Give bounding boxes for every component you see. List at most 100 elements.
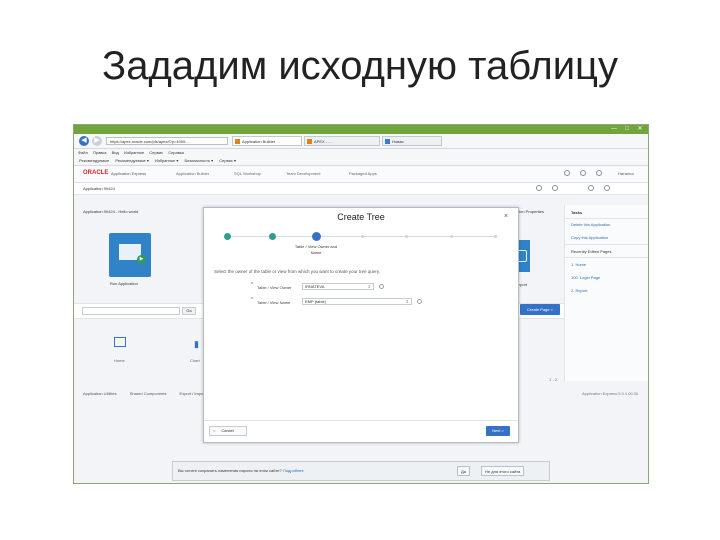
menu-tools[interactable]: Сервис bbox=[149, 150, 163, 155]
menu-app-builder[interactable]: Application Builder bbox=[176, 171, 209, 176]
fav-item[interactable]: Сервис ▾ bbox=[219, 158, 236, 163]
name-select[interactable]: EMP (table) ⇕ bbox=[302, 298, 412, 305]
user-menu[interactable]: Наталья bbox=[618, 171, 634, 176]
home-tile-label[interactable]: Home bbox=[114, 358, 125, 363]
create-tree-dialog: Create Tree × Table / View Owner and Nam… bbox=[203, 207, 519, 443]
copy-app-link[interactable]: Copy this Application bbox=[571, 235, 608, 240]
footer-links: Application Utilities Shared Components … bbox=[83, 391, 218, 396]
recent-pages-heading: Recently Edited Pages bbox=[571, 249, 612, 254]
application-bar: Application 90424 bbox=[74, 183, 648, 195]
divider bbox=[565, 218, 648, 219]
go-button[interactable]: Go bbox=[182, 307, 196, 315]
dialog-title: Create Tree bbox=[337, 212, 385, 222]
menu-sql-workshop[interactable]: SQL Workshop bbox=[234, 171, 261, 176]
dialog-instruction: Select the owner of the table or view fr… bbox=[214, 269, 380, 274]
chevron-left-icon: < bbox=[213, 428, 216, 433]
apex-tab-icon bbox=[307, 139, 312, 144]
recent-page-link[interactable]: 100. Login Page bbox=[571, 275, 600, 280]
run-application-card[interactable]: ▶ bbox=[109, 233, 151, 277]
cancel-button[interactable]: < Cancel bbox=[209, 426, 247, 436]
menu-favorites[interactable]: Избранное bbox=[124, 150, 144, 155]
required-marker: * bbox=[251, 282, 253, 288]
ie-tab-icon bbox=[385, 139, 390, 144]
back-button[interactable]: ◀ bbox=[79, 136, 89, 146]
chart-icon[interactable]: ▮ bbox=[194, 339, 199, 350]
menu-team-dev[interactable]: Team Development bbox=[286, 171, 320, 176]
oracle-tab-icon bbox=[235, 139, 240, 144]
fav-item[interactable]: Безопасность ▾ bbox=[184, 158, 213, 163]
chart-tile-label[interactable]: Chart bbox=[190, 358, 200, 363]
browser-tab-apex[interactable]: APEX - ... bbox=[304, 136, 380, 146]
wizard-step-pending bbox=[450, 235, 453, 238]
dialog-footer-divider bbox=[204, 420, 518, 421]
browser-tab-app-builder[interactable]: Application Builder bbox=[232, 136, 302, 146]
fav-item[interactable]: Избранное ▾ bbox=[155, 158, 178, 163]
wizard-step-pending bbox=[494, 235, 497, 238]
shared-components-link[interactable]: Shared Components bbox=[130, 391, 167, 396]
edit-icon[interactable] bbox=[552, 185, 558, 191]
play-icon: ▶ bbox=[137, 255, 146, 264]
admin-icon[interactable] bbox=[596, 170, 602, 176]
export-import-link[interactable]: Export / Import bbox=[180, 391, 206, 396]
side-panel: Tasks Delete this Application Copy this … bbox=[564, 205, 648, 381]
current-step-label: Table / View Owner and Name bbox=[294, 244, 338, 255]
close-icon[interactable]: × bbox=[504, 213, 508, 220]
wizard-step-pending bbox=[361, 235, 364, 238]
window-titlebar: — □ ✕ bbox=[74, 125, 648, 134]
minimize-button[interactable]: — bbox=[608, 125, 620, 134]
save-password-question: Вы хотите сохранить изменения пароля на … bbox=[178, 468, 282, 473]
more-info-link[interactable]: Подробнее bbox=[283, 468, 304, 473]
search-input[interactable] bbox=[82, 307, 180, 315]
menu-view[interactable]: Вид bbox=[112, 150, 119, 155]
delete-app-link[interactable]: Delete this Application bbox=[571, 222, 610, 227]
maximize-button[interactable]: □ bbox=[621, 125, 633, 134]
menu-packaged-apps[interactable]: Packaged Apps bbox=[349, 171, 377, 176]
apex-header: ORACLE Application Express Application B… bbox=[74, 166, 648, 183]
create-page-button[interactable]: Create Page > bbox=[520, 304, 560, 315]
next-button[interactable]: Next > bbox=[486, 426, 510, 436]
save-password-bar: Вы хотите сохранить изменения пароля на … bbox=[172, 461, 550, 481]
help-icon[interactable] bbox=[379, 284, 384, 289]
menu-edit[interactable]: Правка bbox=[93, 150, 107, 155]
recent-page-link[interactable]: 1. Home bbox=[571, 262, 586, 267]
fav-item[interactable]: Рекомендуемые bbox=[79, 158, 109, 163]
fav-item[interactable]: Рекомендуемые ▾ bbox=[115, 158, 148, 163]
slide-title: Зададим исходную таблицу bbox=[102, 44, 618, 88]
chevron-updown-icon: ⇕ bbox=[405, 299, 409, 304]
divider bbox=[565, 244, 648, 245]
browser-screenshot: — □ ✕ ◀ ▶ https://apex.oracle.com/pls/ap… bbox=[73, 124, 649, 484]
help-icon[interactable] bbox=[580, 170, 586, 176]
address-bar: ◀ ▶ https://apex.oracle.com/pls/apex/f?p… bbox=[74, 134, 648, 149]
forward-button[interactable]: ▶ bbox=[92, 136, 102, 146]
menu-file[interactable]: Файл bbox=[78, 150, 88, 155]
menu-bar: Файл Правка Вид Избранное Сервис Справка bbox=[74, 149, 648, 157]
list-view-icon[interactable] bbox=[604, 185, 610, 191]
wizard-step-pending bbox=[405, 235, 408, 238]
app-utilities-link[interactable]: Application Utilities bbox=[83, 391, 117, 396]
wizard-step-done bbox=[224, 233, 231, 240]
owner-field-label: Table / View Owner bbox=[257, 285, 292, 290]
home-icon[interactable] bbox=[114, 337, 126, 347]
oracle-logo: ORACLE bbox=[83, 170, 109, 176]
url-field[interactable]: https://apex.oracle.com/pls/apex/f?p=400… bbox=[106, 137, 228, 145]
product-name: Application Express bbox=[111, 171, 147, 176]
required-marker: * bbox=[251, 297, 253, 303]
close-window-button[interactable]: ✕ bbox=[634, 125, 646, 134]
menu-help[interactable]: Справка bbox=[168, 150, 184, 155]
tasks-heading: Tasks bbox=[571, 210, 583, 215]
owner-select[interactable]: IRNATEVA ⇕ bbox=[302, 283, 374, 290]
not-this-site-button[interactable]: Не для этого сайта bbox=[481, 466, 525, 476]
search-icon[interactable] bbox=[564, 170, 570, 176]
grid-view-icon[interactable] bbox=[588, 185, 594, 191]
browser-tab-new[interactable]: Новая bbox=[382, 136, 442, 146]
wizard-step-done bbox=[269, 233, 276, 240]
yes-button[interactable]: Да bbox=[457, 466, 470, 476]
chevron-updown-icon: ⇕ bbox=[367, 284, 371, 289]
run-icon[interactable] bbox=[536, 185, 542, 191]
breadcrumb: Application 90424 - Hello world bbox=[83, 209, 139, 214]
run-application-label[interactable]: Run Application bbox=[110, 281, 138, 286]
recent-page-link[interactable]: 2. Report bbox=[571, 288, 587, 293]
help-icon[interactable] bbox=[417, 299, 422, 304]
name-field-label: Table / View Name bbox=[257, 300, 291, 305]
divider bbox=[565, 257, 648, 258]
